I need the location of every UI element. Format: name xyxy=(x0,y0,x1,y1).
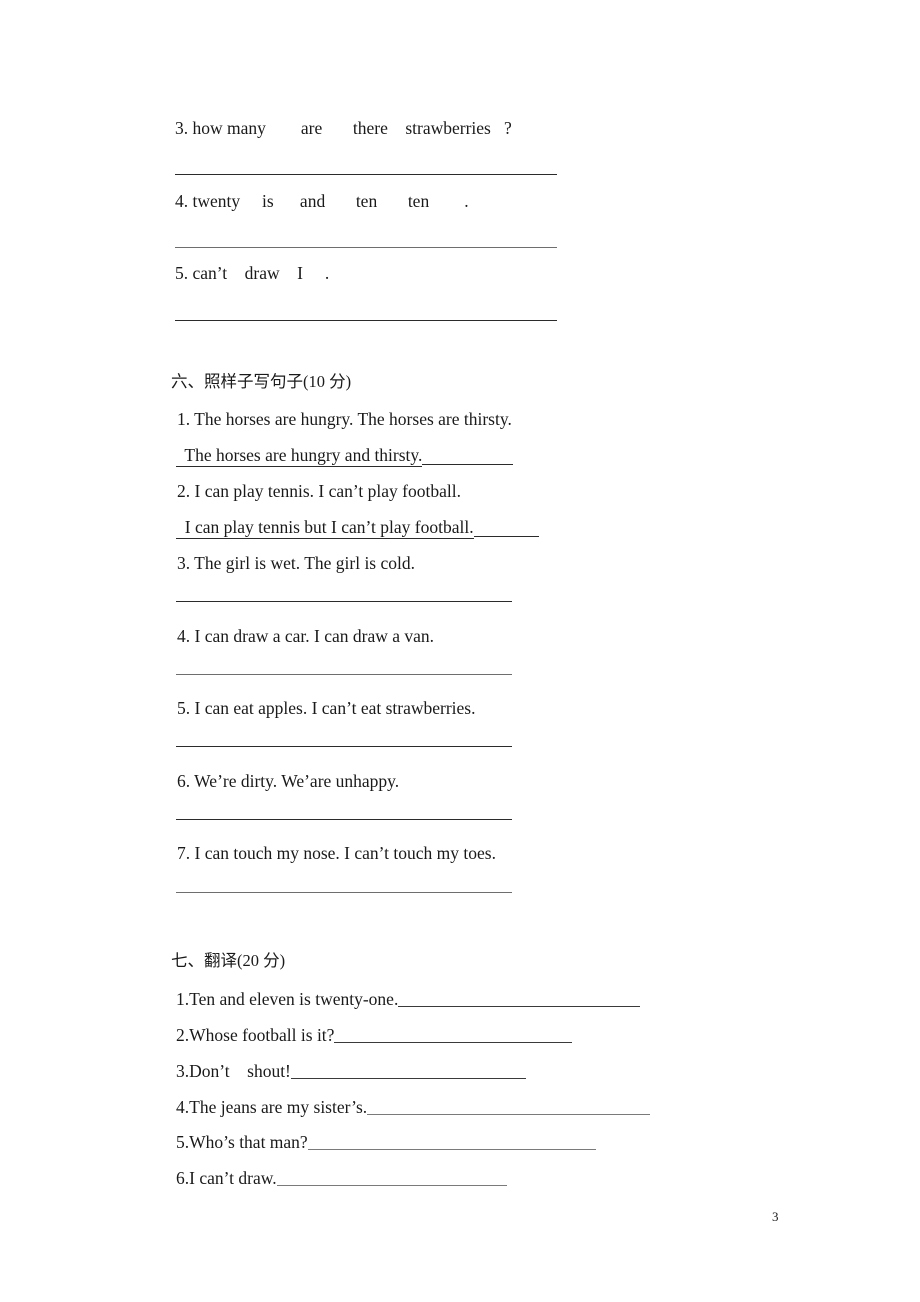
section-six-answer-rule-1[interactable] xyxy=(422,463,513,465)
page-number: 3 xyxy=(772,1209,779,1224)
translation-sentence-5: 5.Who’s that man? xyxy=(176,1132,308,1152)
translation-row-1[interactable]: 1.Ten and eleven is twenty-one. xyxy=(176,989,641,1009)
translation-sentence-6: 6.I can’t draw. xyxy=(176,1168,277,1188)
section-six-answer-rule-4[interactable] xyxy=(176,674,512,675)
section-six-answer-row-1[interactable]: The horses are hungry and thirsty. xyxy=(176,445,513,467)
answer-rule-5-5[interactable] xyxy=(175,320,557,321)
section-six-prompt-4: 4. I can draw a car. I can draw a van. xyxy=(177,626,435,646)
translation-row-3[interactable]: 3.Don’t shout! xyxy=(176,1061,526,1081)
section-six-answer-rule-3[interactable] xyxy=(176,601,512,602)
translation-rule-1[interactable] xyxy=(398,1005,641,1007)
section-six-answer-2: I can play tennis but I can’t play footb… xyxy=(176,517,474,539)
section-seven-heading: 七、翻译(20 分) xyxy=(171,951,286,970)
section-six-prompt-5: 5. I can eat apples. I can’t eat strawbe… xyxy=(177,698,476,718)
answer-rule-5-3[interactable] xyxy=(175,174,557,175)
section-six-prompt-2: 2. I can play tennis. I can’t play footb… xyxy=(177,481,461,501)
section-six-prompt-1: 1. The horses are hungry. The horses are… xyxy=(177,409,512,429)
section-six-prompt-7: 7. I can touch my nose. I can’t touch my… xyxy=(177,843,496,863)
answer-rule-5-4[interactable] xyxy=(175,247,557,248)
section-six-answer-rule-2[interactable] xyxy=(473,535,539,537)
section-six-answer-rule-6[interactable] xyxy=(176,819,512,820)
section-six-prompt-6: 6. We’re dirty. We’are unhappy. xyxy=(177,771,400,791)
section-six-prompt-3: 3. The girl is wet. The girl is cold. xyxy=(177,553,416,573)
translation-row-4[interactable]: 4.The jeans are my sister’s. xyxy=(176,1097,651,1117)
translation-rule-3[interactable] xyxy=(290,1077,526,1079)
translation-sentence-4: 4.The jeans are my sister’s. xyxy=(176,1097,368,1117)
translation-row-5[interactable]: 5.Who’s that man? xyxy=(176,1132,596,1152)
translation-rule-4[interactable] xyxy=(367,1113,651,1115)
scrambled-sentence-item-4: 4. twenty is and ten ten . xyxy=(175,191,469,211)
section-six-answer-rule-7[interactable] xyxy=(176,892,512,893)
translation-row-2[interactable]: 2.Whose football is it? xyxy=(176,1025,573,1045)
translation-rule-6[interactable] xyxy=(276,1184,507,1186)
translation-rule-2[interactable] xyxy=(334,1041,573,1043)
translation-row-6[interactable]: 6.I can’t draw. xyxy=(176,1168,507,1188)
section-six-answer-row-2[interactable]: I can play tennis but I can’t play footb… xyxy=(176,517,539,539)
translation-sentence-1: 1.Ten and eleven is twenty-one. xyxy=(176,989,399,1009)
worksheet-page: 3. how many are there strawberries ? 4. … xyxy=(0,0,920,1302)
scrambled-sentence-item-5: 5. can’t draw I . xyxy=(175,263,330,283)
section-six-answer-rule-5[interactable] xyxy=(176,746,512,747)
translation-rule-5[interactable] xyxy=(307,1148,596,1150)
section-six-answer-1: The horses are hungry and thirsty. xyxy=(176,445,423,467)
scrambled-sentence-item-3: 3. how many are there strawberries ? xyxy=(175,118,512,138)
translation-sentence-3: 3.Don’t shout! xyxy=(176,1061,291,1081)
section-six-heading: 六、照样子写句子(10 分) xyxy=(171,372,352,391)
translation-sentence-2: 2.Whose football is it? xyxy=(176,1025,335,1045)
